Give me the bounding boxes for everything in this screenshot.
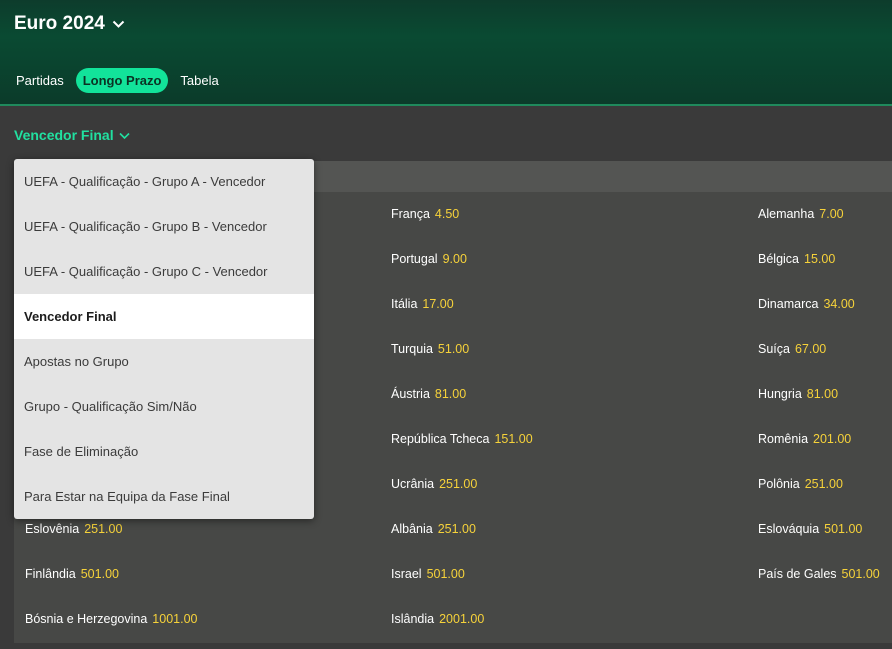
selection-ucrania[interactable]: Ucrânia 251.00 (391, 477, 477, 491)
selection-name: Bósnia e Herzegovina (25, 612, 148, 626)
selection-name: Suíça (758, 342, 790, 356)
selection-name: Israel (391, 567, 422, 581)
selection-odds: 151.00 (494, 432, 533, 446)
selection-odds: 1001.00 (152, 612, 198, 626)
selection-odds: 2001.00 (439, 612, 485, 626)
selection-name: Eslovênia (25, 522, 80, 536)
selection-name: Finlândia (25, 567, 76, 581)
selection-odds: 501.00 (426, 567, 465, 581)
selection-israel[interactable]: Israel 501.00 (391, 567, 465, 581)
selection-eslovenia[interactable]: Eslovênia 251.00 (25, 522, 122, 536)
selection-hungria[interactable]: Hungria 81.00 (758, 387, 838, 401)
selection-name: Albânia (391, 522, 433, 536)
selection-name: País de Gales (758, 567, 837, 581)
selection-odds: 251.00 (437, 522, 476, 536)
selection-name: República Tcheca (391, 432, 490, 446)
selection-odds: 34.00 (823, 297, 855, 311)
selection-franca[interactable]: França 4.50 (391, 207, 459, 221)
market-title: Vencedor Final (14, 127, 114, 143)
selection-name: Romênia (758, 432, 809, 446)
selection-dinamarca[interactable]: Dinamarca 34.00 (758, 297, 855, 311)
selection-name: Turquia (391, 342, 433, 356)
selection-romenia[interactable]: Romênia 201.00 (758, 432, 851, 446)
selection-name: Eslováquia (758, 522, 820, 536)
selection-odds: 501.00 (80, 567, 119, 581)
chevron-down-icon (119, 127, 130, 143)
dropdown-item-vencedor-final[interactable]: Vencedor Final (14, 294, 314, 339)
selection-name: Áustria (391, 387, 430, 401)
header-divider (0, 104, 892, 106)
selection-odds: 15.00 (804, 252, 836, 266)
selection-bosnia[interactable]: Bósnia e Herzegovina 1001.00 (25, 612, 197, 626)
selection-odds: 251.00 (804, 477, 843, 491)
selection-austria[interactable]: Áustria 81.00 (391, 387, 466, 401)
dropdown-item-grupo-c[interactable]: UEFA - Qualificação - Grupo C - Vencedor (14, 249, 314, 294)
selection-odds: 501.00 (824, 522, 863, 536)
selection-alemanha[interactable]: Alemanha 7.00 (758, 207, 844, 221)
dropdown-item-apostas-no-grupo[interactable]: Apostas no Grupo (14, 339, 314, 384)
header: Euro 2024 Partidas Longo Prazo Tabela (0, 0, 892, 104)
dropdown-item-equipa-fase-final[interactable]: Para Estar na Equipa da Fase Final (14, 474, 314, 519)
competition-selector[interactable]: Euro 2024 (14, 13, 125, 35)
market-dropdown-menu: UEFA - Qualificação - Grupo A - Vencedor… (14, 159, 314, 519)
selection-odds: 7.00 (819, 207, 844, 221)
selection-republica-tcheca[interactable]: República Tcheca 151.00 (391, 432, 533, 446)
selection-name: Ucrânia (391, 477, 435, 491)
selection-turquia[interactable]: Turquia 51.00 (391, 342, 469, 356)
selection-name: Polônia (758, 477, 800, 491)
selection-name: Dinamarca (758, 297, 819, 311)
selection-islandia[interactable]: Islândia 2001.00 (391, 612, 484, 626)
selection-name: Portugal (391, 252, 438, 266)
tab-bar: Partidas Longo Prazo Tabela (8, 68, 227, 93)
market-selector[interactable]: Vencedor Final (14, 127, 130, 143)
selection-polonia[interactable]: Polônia 251.00 (758, 477, 843, 491)
dropdown-item-grupo-a[interactable]: UEFA - Qualificação - Grupo A - Vencedor (14, 159, 314, 204)
dropdown-item-grupo-b[interactable]: UEFA - Qualificação - Grupo B - Vencedor (14, 204, 314, 249)
selection-suica[interactable]: Suíça 67.00 (758, 342, 826, 356)
chevron-down-icon (112, 20, 125, 29)
selection-eslovaquia[interactable]: Eslováquia 501.00 (758, 522, 862, 536)
selection-portugal[interactable]: Portugal 9.00 (391, 252, 467, 266)
selection-belgica[interactable]: Bélgica 15.00 (758, 252, 835, 266)
tab-tabela[interactable]: Tabela (172, 68, 226, 93)
competition-title: Euro 2024 (14, 13, 105, 34)
selection-odds: 251.00 (439, 477, 478, 491)
tab-longo-prazo[interactable]: Longo Prazo (75, 68, 169, 93)
tab-partidas[interactable]: Partidas (8, 68, 72, 93)
selection-name: França (391, 207, 430, 221)
selection-name: Itália (391, 297, 418, 311)
dropdown-item-fase-eliminacao[interactable]: Fase de Eliminação (14, 429, 314, 474)
selection-odds: 201.00 (813, 432, 852, 446)
selection-albania[interactable]: Albânia 251.00 (391, 522, 476, 536)
selection-odds: 9.00 (442, 252, 467, 266)
selection-odds: 81.00 (434, 387, 467, 401)
selection-odds: 67.00 (794, 342, 827, 356)
selection-odds: 51.00 (437, 342, 470, 356)
selection-italia[interactable]: Itália 17.00 (391, 297, 454, 311)
selection-odds: 501.00 (841, 567, 880, 581)
selection-odds: 81.00 (806, 387, 839, 401)
selection-odds: 251.00 (84, 522, 123, 536)
selection-name: Islândia (391, 612, 435, 626)
selection-pais-de-gales[interactable]: País de Gales 501.00 (758, 567, 880, 581)
selection-finlandia[interactable]: Finlândia 501.00 (25, 567, 119, 581)
selection-name: Bélgica (758, 252, 799, 266)
selection-name: Alemanha (758, 207, 815, 221)
selection-odds: 4.50 (434, 207, 460, 221)
selection-name: Hungria (758, 387, 802, 401)
selection-odds: 17.00 (422, 297, 454, 311)
dropdown-item-grupo-qualificacao[interactable]: Grupo - Qualificação Sim/Não (14, 384, 314, 429)
